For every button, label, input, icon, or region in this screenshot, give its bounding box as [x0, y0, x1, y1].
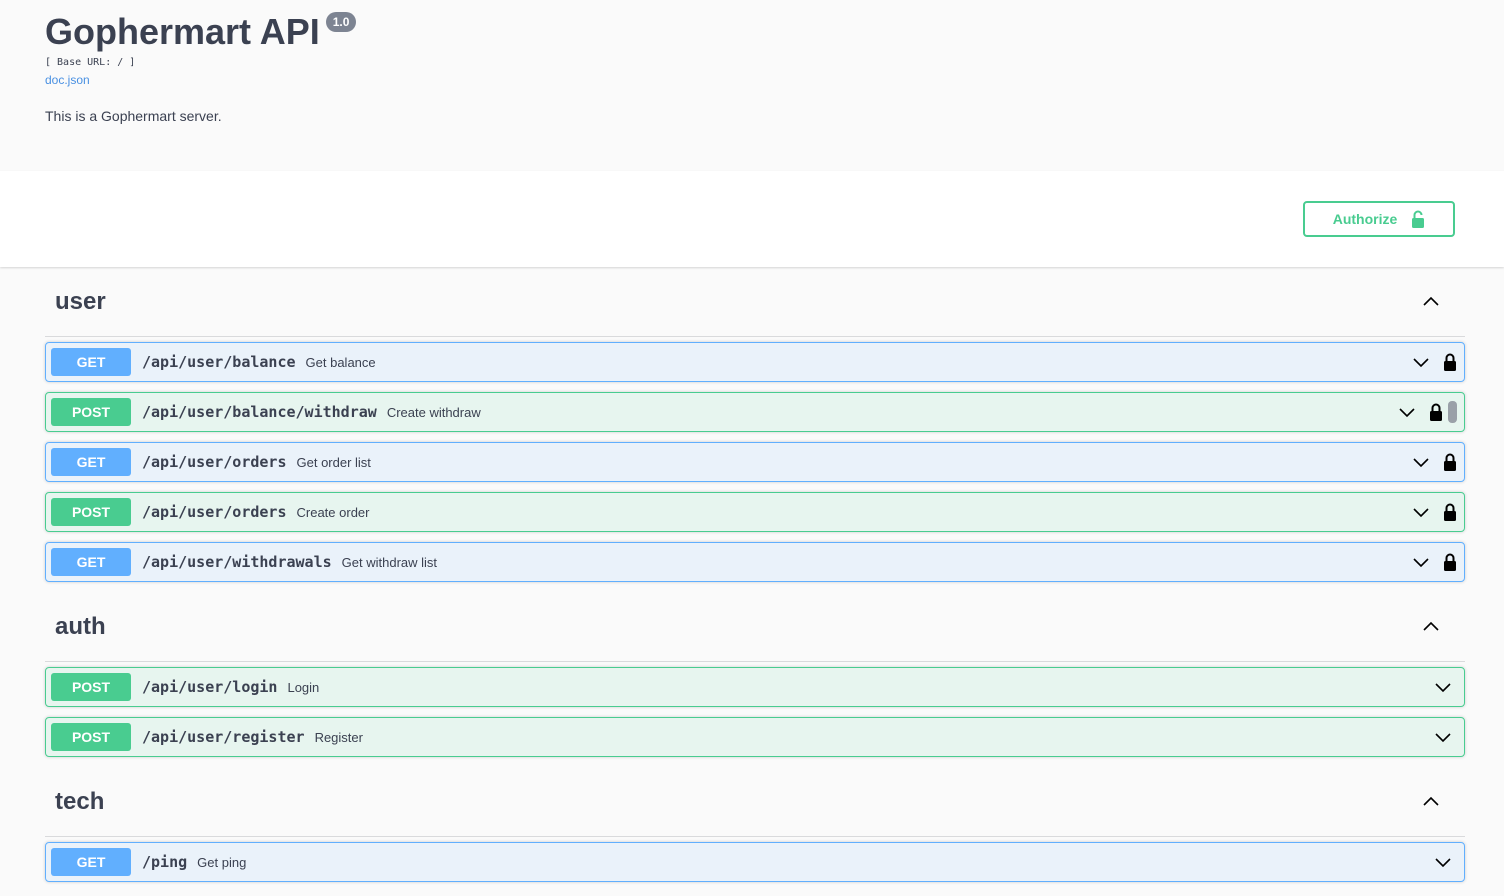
- operation-summary: Register: [314, 729, 363, 745]
- tag-section-tech: tech GET/ping Get ping: [45, 767, 1465, 882]
- method-badge: GET: [51, 848, 131, 876]
- operation-row[interactable]: POST/api/user/register Register: [45, 717, 1465, 757]
- operation-path: /api/user/balance: [142, 353, 296, 371]
- method-badge: GET: [51, 548, 131, 576]
- operation-path: /api/user/login: [142, 678, 278, 696]
- operation-row[interactable]: POST/api/user/orders Create order: [45, 492, 1465, 532]
- base-url: [ Base URL: / ]: [45, 57, 136, 68]
- operation-row[interactable]: POST/api/user/balance/withdraw Create wit…: [45, 392, 1465, 432]
- operation-summary: Get order list: [296, 454, 371, 470]
- operation-path: /ping: [142, 853, 188, 871]
- doc-json-link[interactable]: doc.json: [45, 72, 1504, 88]
- operation-summary: Get withdraw list: [341, 554, 438, 570]
- page-title: Gophermart API: [45, 11, 320, 52]
- operation-path: /api/user/balance/withdraw: [142, 403, 377, 421]
- method-badge: POST: [51, 398, 131, 426]
- lock-icon[interactable]: [1443, 453, 1457, 471]
- tag-name: auth: [55, 612, 106, 640]
- tag-name: tech: [55, 787, 105, 815]
- operation-path: /api/user/orders: [142, 503, 287, 521]
- operation-path: /api/user/orders: [142, 453, 287, 471]
- lock-icon[interactable]: [1443, 503, 1457, 521]
- operation-row[interactable]: GET/api/user/balance Get balance: [45, 342, 1465, 382]
- tag-header[interactable]: user: [45, 267, 1465, 337]
- operation-row[interactable]: GET/ping Get ping: [45, 842, 1465, 882]
- tag-name: user: [55, 287, 106, 315]
- method-badge: GET: [51, 348, 131, 376]
- tag-header[interactable]: auth: [45, 592, 1465, 662]
- api-description: This is a Gophermart server.: [45, 108, 222, 124]
- chevron-down-icon[interactable]: [1411, 352, 1431, 372]
- title-row: Gophermart API 1.0: [45, 0, 1504, 54]
- method-badge: POST: [51, 498, 131, 526]
- chevron-down-icon[interactable]: [1411, 552, 1431, 572]
- scroll-handle[interactable]: [1448, 401, 1457, 423]
- chevron-down-icon[interactable]: [1411, 502, 1431, 522]
- method-badge: POST: [51, 723, 131, 751]
- chevron-down-icon[interactable]: [1433, 852, 1453, 872]
- lock-icon[interactable]: [1443, 353, 1457, 371]
- unlocked-icon: [1412, 210, 1425, 228]
- tag-section-auth: auth POST/api/user/login Login POST/api/use…: [45, 592, 1465, 757]
- tag-section-user: user GET/api/user/balance Get balance POST /…: [45, 267, 1465, 582]
- operation-row[interactable]: GET/api/user/withdrawals Get withdraw lis…: [45, 542, 1465, 582]
- operation-path: /api/user/register: [142, 728, 305, 746]
- operation-summary: Get balance: [305, 354, 376, 370]
- operation-row[interactable]: POST/api/user/login Login: [45, 667, 1465, 707]
- scheme-container: Authorize: [0, 171, 1504, 267]
- operation-path: /api/user/withdrawals: [142, 553, 332, 571]
- method-badge: POST: [51, 673, 131, 701]
- operation-summary: Create order: [296, 504, 370, 520]
- authorize-button[interactable]: Authorize: [1303, 201, 1455, 237]
- chevron-down-icon[interactable]: [1433, 727, 1453, 747]
- operation-summary: Get ping: [197, 854, 247, 870]
- operations-content: user GET/api/user/balance Get balance POST /…: [0, 267, 1504, 882]
- operation-summary: Login: [287, 679, 320, 695]
- chevron-down-icon[interactable]: [1411, 452, 1431, 472]
- operation-row[interactable]: GET/api/user/orders Get order list: [45, 442, 1465, 482]
- version-badge: 1.0: [325, 12, 357, 32]
- chevron-up-icon[interactable]: [1421, 292, 1441, 312]
- chevron-down-icon[interactable]: [1397, 402, 1417, 422]
- lock-icon[interactable]: [1443, 553, 1457, 571]
- chevron-up-icon[interactable]: [1421, 617, 1441, 637]
- operation-summary: Create withdraw: [386, 404, 481, 420]
- authorize-label: Authorize: [1332, 211, 1398, 227]
- api-info: Gophermart API 1.0 [ Base URL: / ] doc.j…: [0, 0, 1504, 171]
- tag-header[interactable]: tech: [45, 767, 1465, 837]
- lock-icon[interactable]: [1429, 403, 1443, 421]
- chevron-down-icon[interactable]: [1433, 677, 1453, 697]
- chevron-up-icon[interactable]: [1421, 792, 1441, 812]
- method-badge: GET: [51, 448, 131, 476]
